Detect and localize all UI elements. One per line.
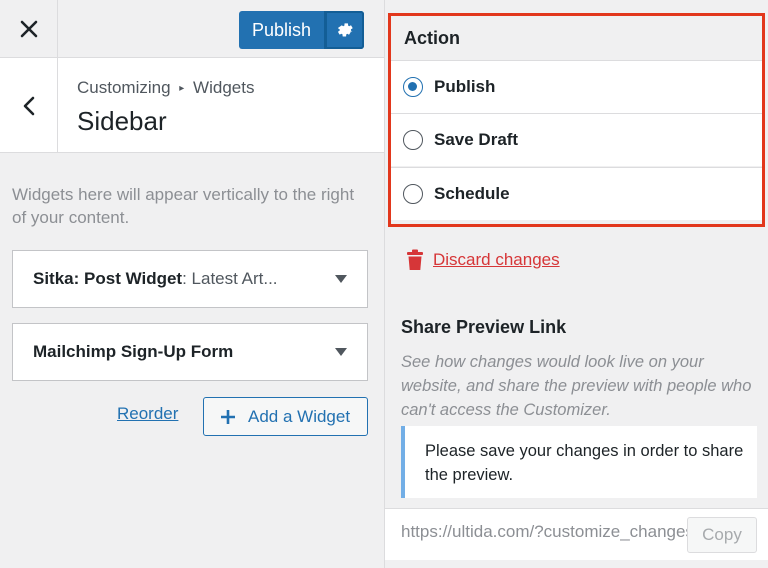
option-label: Publish: [434, 77, 496, 96]
breadcrumb-current: Widgets: [193, 78, 255, 97]
share-notice: Please save your changes in order to sha…: [401, 426, 757, 498]
breadcrumb-parent: Customizing: [77, 78, 171, 97]
discard-label: Discard changes: [433, 250, 560, 269]
add-widget-button[interactable]: Add a Widget: [203, 397, 368, 436]
action-option-publish[interactable]: Publish: [391, 60, 762, 113]
share-preview-description: See how changes would look live on your …: [401, 353, 752, 419]
section-title: Sidebar: [77, 106, 167, 136]
section-header: Customizing ▸ Widgets Sidebar: [0, 58, 384, 153]
action-option-schedule[interactable]: Schedule: [391, 167, 762, 220]
widgets-description: Widgets here will appear vertically to t…: [12, 185, 355, 227]
widget-title: Sitka: Post Widget: [33, 269, 183, 288]
reorder-link[interactable]: Reorder: [117, 404, 178, 424]
option-label: Save Draft: [434, 130, 519, 149]
customizer-sidebar: Publish Customizing ▸ Widgets Sidebar Wi…: [0, 0, 384, 568]
widget-item-sitka-post[interactable]: Sitka: Post Widget: Latest Art...: [12, 250, 368, 308]
share-preview-title: Share Preview Link: [401, 317, 567, 337]
plus-icon: [221, 409, 235, 424]
preview-url-row: Copy: [385, 508, 768, 560]
back-button[interactable]: [0, 58, 58, 153]
widget-item-mailchimp[interactable]: Mailchimp Sign-Up Form: [12, 323, 368, 381]
close-button[interactable]: [0, 0, 58, 58]
expand-caret-icon[interactable]: [335, 348, 347, 356]
breadcrumb-separator-icon: ▸: [179, 83, 185, 94]
discard-changes-link[interactable]: Discard changes: [405, 249, 560, 271]
widget-title: Mailchimp Sign-Up Form: [33, 342, 234, 361]
close-icon: [20, 20, 37, 38]
widget-subtitle: : Latest Art...: [182, 269, 278, 288]
radio-save-draft[interactable]: [403, 130, 423, 150]
trash-icon: [407, 249, 423, 270]
preview-url-field[interactable]: [401, 522, 687, 542]
expand-caret-icon[interactable]: [335, 275, 347, 283]
action-title: Action: [404, 28, 460, 48]
add-widget-label: Add a Widget: [248, 406, 351, 426]
publish-settings-button[interactable]: [324, 11, 364, 49]
breadcrumb: Customizing ▸ Widgets: [77, 78, 254, 98]
gear-icon: [337, 23, 353, 37]
action-section: Action Publish Save Draft Schedule: [388, 13, 765, 227]
copy-button[interactable]: Copy: [687, 517, 757, 553]
publish-button[interactable]: Publish: [239, 11, 324, 49]
chevron-left-icon: [23, 96, 34, 115]
publish-button-group: Publish: [239, 11, 364, 49]
option-label: Schedule: [434, 184, 510, 203]
customizer-header: Publish: [0, 0, 384, 58]
radio-publish[interactable]: [403, 77, 423, 97]
publish-settings-panel: Action Publish Save Draft Schedule Disca…: [384, 0, 768, 568]
radio-schedule[interactable]: [403, 184, 423, 204]
action-option-save-draft[interactable]: Save Draft: [391, 113, 762, 166]
